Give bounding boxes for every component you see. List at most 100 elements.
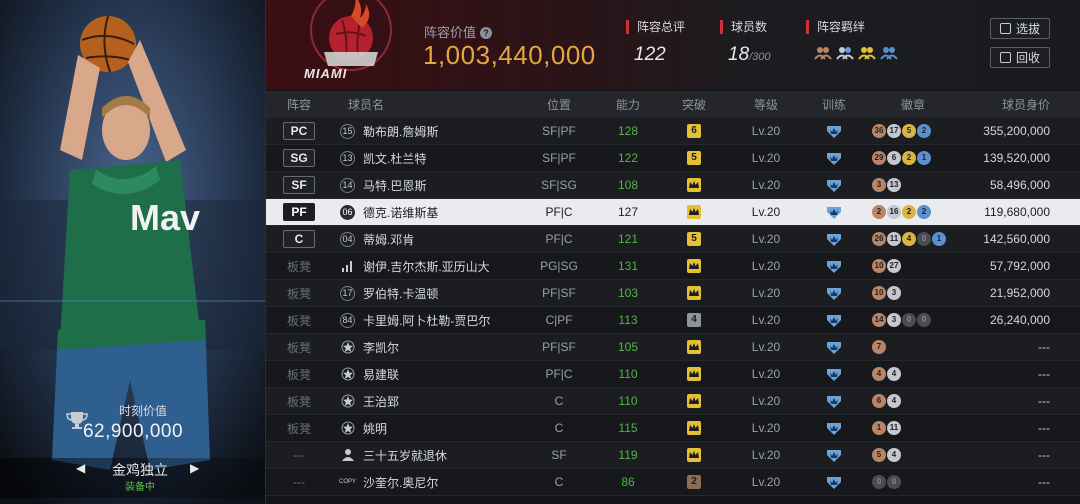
- breakthrough-cell[interactable]: [658, 394, 730, 408]
- badges-cell[interactable]: 64: [866, 394, 960, 408]
- breakthrough-cell[interactable]: [658, 178, 730, 192]
- player-name[interactable]: 谢伊.吉尔杰斯.亚历山大: [363, 258, 490, 275]
- training-cell[interactable]: [802, 421, 866, 436]
- badges-cell[interactable]: 10 3: [866, 286, 960, 300]
- position-badge[interactable]: PC: [283, 122, 315, 140]
- badges-cell[interactable]: 36 17 5 2: [866, 124, 960, 138]
- training-cell[interactable]: [802, 232, 866, 247]
- breakthrough-cell[interactable]: [658, 340, 730, 354]
- breakthrough-cell[interactable]: 4: [658, 313, 730, 327]
- breakthrough-cell[interactable]: 5: [658, 151, 730, 165]
- next-skill-arrow-icon[interactable]: ▶: [190, 461, 199, 475]
- player-name[interactable]: 易建联: [363, 366, 399, 383]
- badges-cell[interactable]: 00: [866, 475, 960, 489]
- breakthrough-cell[interactable]: 5: [658, 232, 730, 246]
- row-player: 王治郅: [332, 393, 520, 410]
- table-row[interactable]: --- COPY 沙奎尔.奥尼尔 C 86 2 Lv.20 0 0 ---: [266, 469, 1080, 496]
- badge-count: 3: [887, 313, 901, 327]
- player-name[interactable]: 勒布朗.詹姆斯: [363, 123, 438, 140]
- col-ovr[interactable]: 能力: [598, 96, 658, 113]
- row-position: SF: [266, 176, 332, 194]
- player-value: 119,680,000: [984, 205, 1050, 219]
- player-card[interactable]: Mav 时刻价值 62,900,000 ◀ 金鸡独立 装备中 ▶: [0, 0, 266, 504]
- player-value: ---: [1038, 340, 1050, 354]
- breakthrough-cell[interactable]: [658, 421, 730, 435]
- breakthrough-cell[interactable]: 2: [658, 475, 730, 489]
- player-name[interactable]: 德克.诺维斯基: [363, 204, 438, 221]
- training-cell[interactable]: [802, 394, 866, 409]
- table-row[interactable]: 板凳 姚明 C 115 Lv.20 1 11 ---: [266, 415, 1080, 442]
- player-name[interactable]: 姚明: [363, 420, 387, 437]
- bond-gold-icon[interactable]: [858, 44, 876, 60]
- player-overall: 103: [617, 286, 639, 300]
- prev-skill-arrow-icon[interactable]: ◀: [76, 461, 85, 475]
- position-badge[interactable]: PF: [283, 203, 315, 221]
- table-row[interactable]: 板凳 王治郅 C 110 Lv.20 6 4 ---: [266, 388, 1080, 415]
- table-row[interactable]: PF 06 德克.诺维斯基 PF|C 127 Lv.20 2 16 2 2 119,680,000: [266, 199, 1080, 226]
- training-cell[interactable]: [802, 448, 866, 463]
- recycle-button[interactable]: 回收: [990, 47, 1050, 68]
- table-row[interactable]: 板凳 易建联 PF|C 110 Lv.20 4 4 ---: [266, 361, 1080, 388]
- player-name[interactable]: 蒂姆.邓肯: [363, 231, 414, 248]
- table-row[interactable]: 板凳 84 卡里姆.阿卜杜勒-贾巴尔 C|PF 113 4 Lv.20 14 3 0 0 26,240…: [266, 307, 1080, 334]
- badges-cell[interactable]: 26 11 4 0 1: [866, 232, 960, 246]
- training-cell[interactable]: [802, 124, 866, 139]
- badges-cell[interactable]: 10 27: [866, 259, 960, 273]
- skill-name: 金鸡独立: [112, 462, 168, 478]
- bond-silver-icon[interactable]: [836, 44, 854, 60]
- breakthrough-cell[interactable]: [658, 367, 730, 381]
- player-role: C: [554, 421, 564, 435]
- col-pos[interactable]: 阵容: [266, 96, 332, 113]
- training-cell[interactable]: [802, 340, 866, 355]
- training-cell[interactable]: [802, 205, 866, 220]
- badges-cell[interactable]: 2 16 2 2: [866, 205, 960, 219]
- help-icon[interactable]: ?: [480, 27, 493, 39]
- table-row[interactable]: SF 14 马特.巴恩斯 SF|SG 108 Lv.20 3 13 58,496,000: [266, 172, 1080, 199]
- team-name: MIAMI: [304, 66, 348, 81]
- player-name[interactable]: 王治郅: [363, 393, 399, 410]
- badges-cell[interactable]: 29 6 2 1: [866, 151, 960, 165]
- player-name[interactable]: 罗伯特.卡温顿: [363, 285, 438, 302]
- table-row[interactable]: PC 15 勒布朗.詹姆斯 SF|PF 128 6 Lv.20 36 17 5 2 355,200,0…: [266, 118, 1080, 145]
- badges-cell[interactable]: 1 11: [866, 421, 960, 435]
- badges-cell[interactable]: 7: [866, 340, 960, 354]
- training-cell[interactable]: [802, 367, 866, 382]
- breakthrough-cell[interactable]: [658, 286, 730, 300]
- table-row[interactable]: SG 13 凯文.杜兰特 SF|PF 122 5 Lv.20 29 6 2 1 139,520,000: [266, 145, 1080, 172]
- breakthrough-cell[interactable]: [658, 205, 730, 219]
- training-cell[interactable]: [802, 313, 866, 328]
- table-row[interactable]: --- 三十五岁就退休 SF 119 Lv.20 5 4 ---: [266, 442, 1080, 469]
- player-name[interactable]: 卡里姆.阿卜杜勒-贾巴尔: [363, 312, 490, 329]
- select-button[interactable]: 选拔: [990, 18, 1050, 39]
- badge-count: 3: [872, 178, 886, 192]
- training-cell[interactable]: [802, 178, 866, 193]
- player-name[interactable]: 马特.巴恩斯: [363, 177, 426, 194]
- training-cell[interactable]: [802, 259, 866, 274]
- table-row[interactable]: C 04 蒂姆.邓肯 PF|C 121 5 Lv.20 26 11 4 0 1 142,560,000: [266, 226, 1080, 253]
- player-name[interactable]: 三十五岁就退休: [363, 447, 447, 464]
- position-badge[interactable]: C: [283, 230, 315, 248]
- col-value[interactable]: 球员身价: [960, 96, 1080, 113]
- badges-cell[interactable]: 54: [866, 448, 960, 462]
- table-row[interactable]: 板凳 谢伊.吉尔杰斯.亚历山大 PG|SG 131 Lv.20 10 27 57,792,00…: [266, 253, 1080, 280]
- table-row[interactable]: 板凳 李凯尔 PF|SF 105 Lv.20 7 ---: [266, 334, 1080, 361]
- breakthrough-cell[interactable]: [658, 259, 730, 273]
- training-cell[interactable]: [802, 286, 866, 301]
- bond-icons[interactable]: [814, 44, 898, 60]
- table-row[interactable]: 板凳 17 罗伯特.卡温顿 PF|SF 103 Lv.20 10 3 21,952,000: [266, 280, 1080, 307]
- position-badge[interactable]: SF: [283, 176, 315, 194]
- badges-cell[interactable]: 14 3 0 0: [866, 313, 960, 327]
- breakthrough-cell[interactable]: 6: [658, 124, 730, 138]
- training-cell[interactable]: [802, 151, 866, 166]
- badges-cell[interactable]: 3 13: [866, 178, 960, 192]
- position-badge[interactable]: SG: [283, 149, 315, 167]
- player-name[interactable]: 李凯尔: [363, 339, 399, 356]
- bond-blue-icon[interactable]: [880, 44, 898, 60]
- player-level: Lv.20: [751, 313, 781, 327]
- player-name[interactable]: 沙奎尔.奥尼尔: [363, 474, 438, 491]
- badges-cell[interactable]: 44: [866, 367, 960, 381]
- player-name[interactable]: 凯文.杜兰特: [363, 150, 426, 167]
- training-cell[interactable]: [802, 475, 866, 490]
- breakthrough-cell[interactable]: [658, 448, 730, 462]
- bond-bronze-icon[interactable]: [814, 44, 832, 60]
